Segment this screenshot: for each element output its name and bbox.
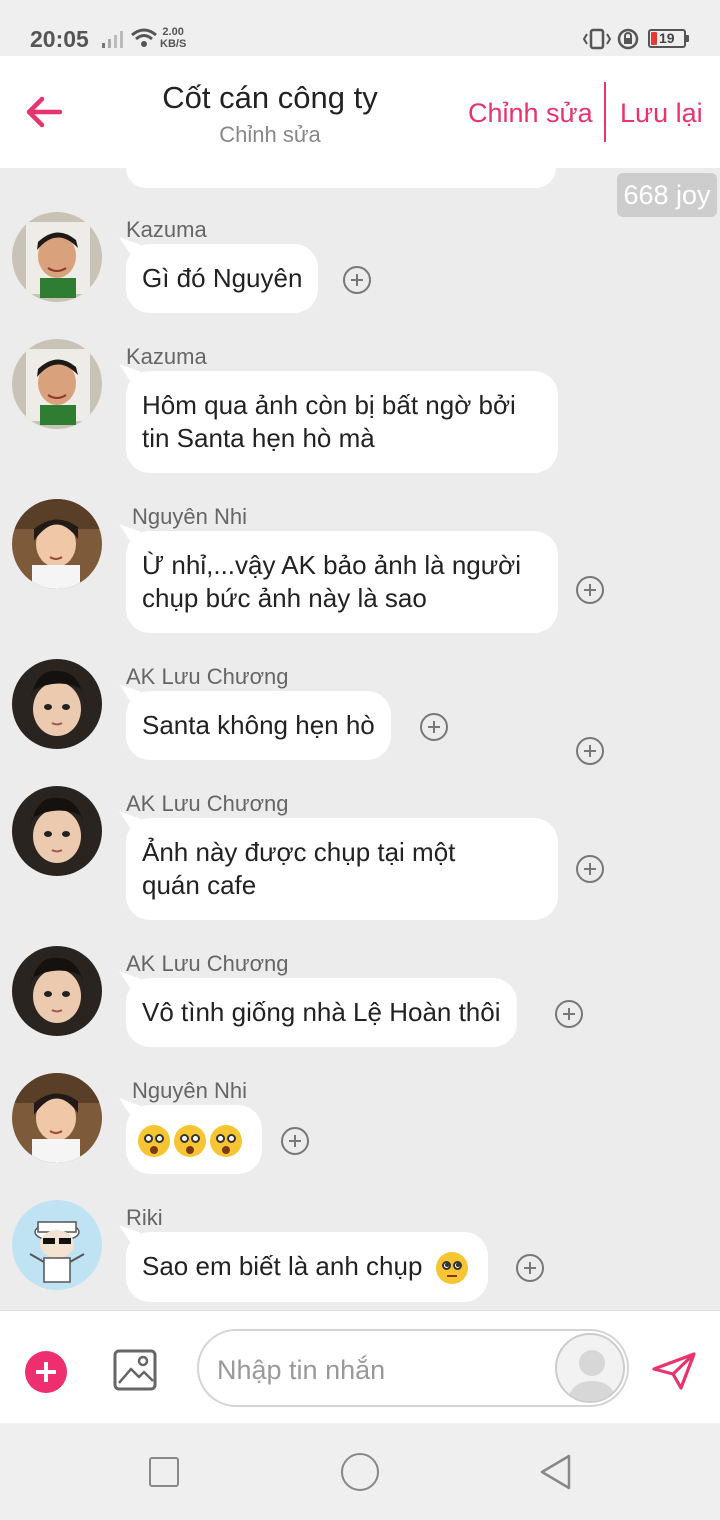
page-title: Cốt cán công ty [162,80,378,115]
avatar[interactable] [12,659,102,749]
add-reaction-icon[interactable] [576,576,604,604]
signal-icon [102,31,123,48]
sender-name: AK Lưu Chương [126,664,289,689]
message-list[interactable]: 668 joy Kazuma Gì đó Nguyên Kazuma Hôm q… [0,168,720,1310]
send-icon[interactable] [651,1351,697,1391]
back-triangle-icon[interactable] [538,1453,572,1491]
add-reaction-icon[interactable] [420,713,448,741]
message-bubble[interactable]: Santa không hẹn hò [126,691,391,760]
system-navigation-bar [0,1423,720,1520]
image-icon[interactable] [113,1349,157,1391]
message-text-line-2: quán cafe [142,870,257,900]
battery-level: 19 [659,30,675,46]
add-reaction-icon[interactable] [576,737,604,765]
sender-name: AK Lưu Chương [126,791,289,816]
avatar[interactable] [12,212,102,302]
sender-name: Nguyên Nhi [132,1078,247,1103]
message-text: Sao em biết là anh chụp [142,1251,423,1281]
rotation-lock-icon [617,28,639,50]
sender-name: Riki [126,1205,163,1230]
avatar[interactable] [12,786,102,876]
message-bubble[interactable]: Ừ nhỉ,...vậy AK bảo ảnh là người chụp bứ… [126,531,558,633]
vibrate-icon [582,28,612,50]
home-button[interactable] [341,1453,379,1491]
joy-badge: 668 joy [617,173,717,217]
message-bubble[interactable]: Ảnh này được chụp tại một quán cafe [126,818,558,920]
avatar[interactable] [12,339,102,429]
add-attachment-button[interactable] [25,1351,67,1393]
astonished-face-icon [174,1125,206,1158]
message-bubble[interactable] [126,1105,262,1174]
message-text-line-2: chụp bức ảnh này là sao [142,583,427,613]
edit-button[interactable]: Chỉnh sửa [468,98,593,129]
network-speed-unit: KB/S [160,38,187,50]
add-reaction-icon[interactable] [343,266,371,294]
message-input-wrapper [197,1329,629,1407]
message-text-line-2: tin Santa hẹn hò mà [142,423,375,453]
sender-name: Kazuma [126,344,207,369]
add-reaction-icon[interactable] [576,855,604,883]
avatar[interactable] [12,946,102,1036]
message-input[interactable] [217,1351,547,1389]
wifi-icon [131,28,157,47]
sender-name: Kazuma [126,217,207,242]
astonished-face-icon [210,1125,242,1158]
avatar[interactable] [12,1200,102,1290]
back-button[interactable] [22,92,66,132]
message-text: Vô tình giống nhà Lệ Hoàn thôi [142,997,501,1027]
avatar[interactable] [12,499,102,589]
message-text: Santa không hẹn hò [142,710,375,740]
sender-name: AK Lưu Chương [126,951,289,976]
add-reaction-icon[interactable] [516,1254,544,1282]
status-bar: 20:05 2.00 KB/S 19 [0,0,720,56]
page-subtitle: Chỉnh sửa [219,122,321,147]
add-reaction-icon[interactable] [555,1000,583,1028]
user-avatar[interactable] [555,1333,625,1403]
header-divider [604,82,606,142]
message-text-line-1: Ừ nhỉ,...vậy AK bảo ảnh là người [142,550,521,580]
message-bubble[interactable]: Vô tình giống nhà Lệ Hoàn thôi [126,978,517,1047]
recent-apps-button[interactable] [149,1457,179,1487]
message-text: Gì đó Nguyên [142,263,303,293]
previous-message-bubble [126,168,556,188]
network-speed-value: 2.00 [162,26,184,38]
astonished-face-icon [138,1125,170,1158]
network-speed: 2.00 KB/S [160,26,186,50]
message-composer [0,1310,720,1423]
avatar[interactable] [12,1073,102,1163]
save-button[interactable]: Lưu lại [620,98,703,129]
message-bubble[interactable]: Sao em biết là anh chụp [126,1232,488,1303]
arrow-left-icon [26,96,63,128]
status-time: 20:05 [30,26,89,52]
battery-icon: 19 [648,29,689,48]
message-text-line-1: Hôm qua ảnh còn bị bất ngờ bởi [142,390,516,420]
message-bubble[interactable]: Hôm qua ảnh còn bị bất ngờ bởi tin Santa… [126,371,558,473]
add-reaction-icon[interactable] [281,1127,309,1155]
message-bubble[interactable]: Gì đó Nguyên [126,244,319,313]
chat-header: Cốt cán công ty Chỉnh sửa Chỉnh sửa Lưu … [0,56,720,168]
face-with-rolling-eyes-icon [435,1252,468,1285]
message-text-line-1: Ảnh này được chụp tại một [142,837,456,867]
sender-name: Nguyên Nhi [132,504,247,529]
